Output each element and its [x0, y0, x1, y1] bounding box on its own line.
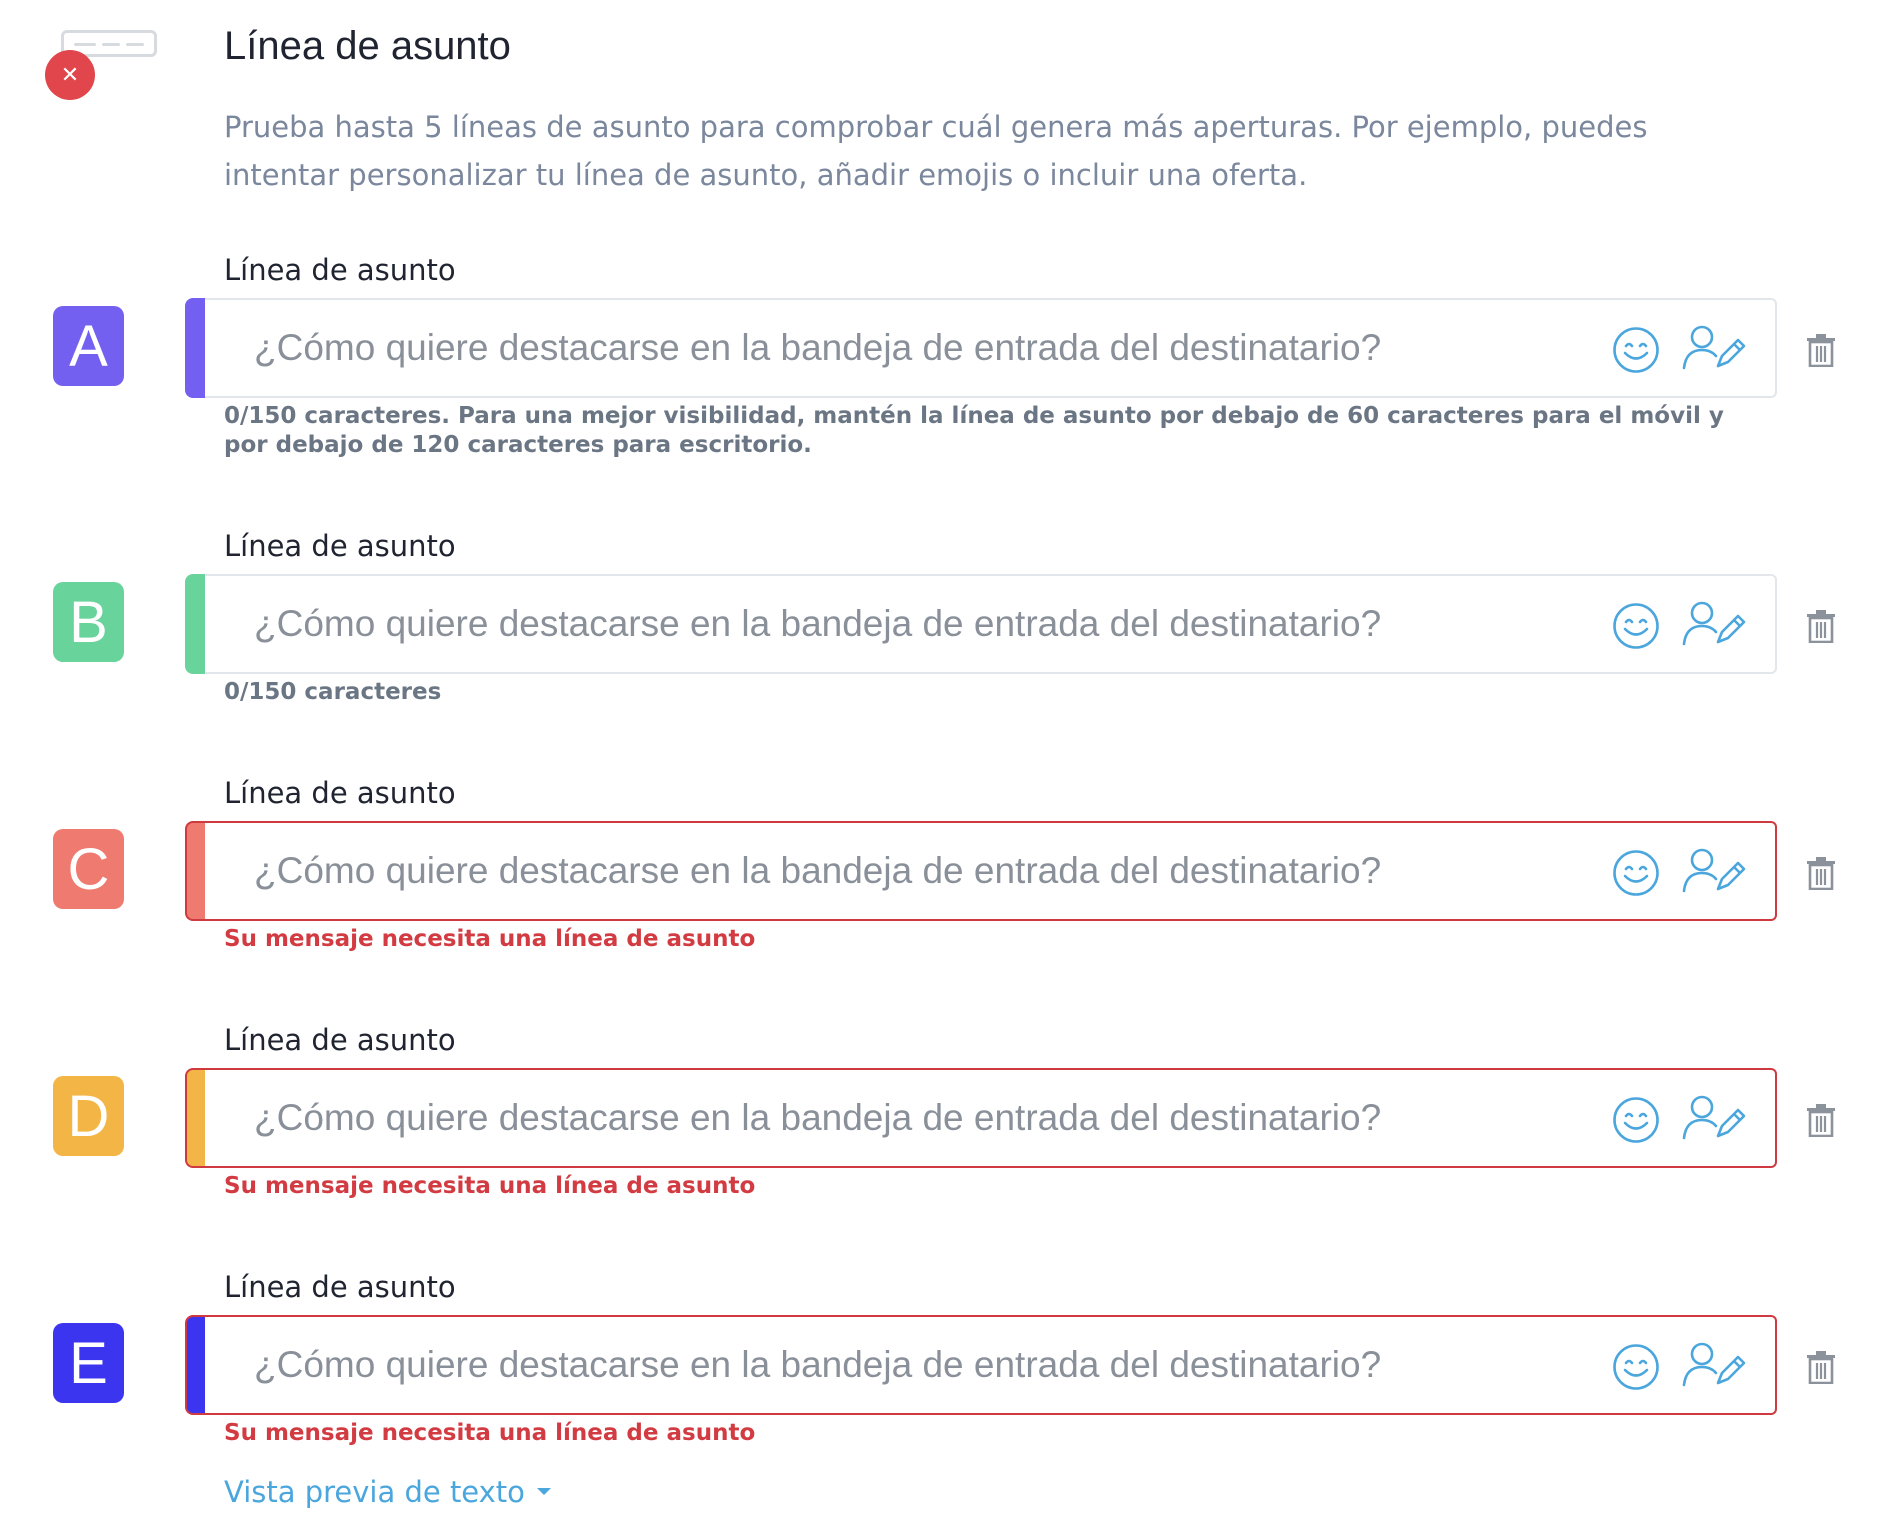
emoji-smile-icon[interactable] — [1612, 602, 1660, 650]
page-title: Línea de asunto — [224, 24, 511, 68]
subject-line-input-e[interactable] — [205, 1317, 1585, 1413]
emoji-smile-icon[interactable] — [1612, 326, 1660, 374]
subject-line-field — [185, 1068, 1777, 1168]
personalize-user-edit-icon[interactable] — [1682, 1094, 1746, 1142]
error-status-icon: ✕ — [45, 50, 95, 100]
subject-line-field — [185, 574, 1777, 674]
subject-line-input-d[interactable] — [205, 1070, 1585, 1166]
caret-down-icon — [536, 1487, 551, 1495]
emoji-smile-icon[interactable] — [1612, 1343, 1660, 1391]
variant-accent-bar — [185, 1068, 205, 1168]
subject-line-field — [185, 298, 1777, 398]
variant-badge-c: C — [53, 829, 124, 909]
subject-line-input-c[interactable] — [205, 823, 1585, 919]
preview-text-toggle[interactable]: Vista previa de texto — [224, 1472, 551, 1512]
personalize-user-edit-icon[interactable] — [1682, 324, 1746, 372]
subject-line-input-b[interactable] — [205, 576, 1585, 672]
trash-icon[interactable] — [1806, 856, 1836, 891]
emoji-smile-icon[interactable] — [1612, 1096, 1660, 1144]
subject-line-label: Línea de asunto — [224, 776, 456, 810]
preview-text-label: Vista previa de texto — [224, 1475, 525, 1509]
subject-line-field — [185, 821, 1777, 921]
variant-badge-a: A — [53, 306, 124, 386]
variant-badge-b: B — [53, 582, 124, 662]
personalize-user-edit-icon[interactable] — [1682, 847, 1746, 895]
subject-line-label: Línea de asunto — [224, 1023, 456, 1057]
variant-accent-bar — [185, 298, 205, 398]
subject-line-field — [185, 1315, 1777, 1415]
variant-accent-bar — [185, 574, 205, 674]
page-description: Prueba hasta 5 líneas de asunto para com… — [224, 110, 1648, 192]
trash-icon[interactable] — [1806, 1103, 1836, 1138]
variant-badge-e: E — [53, 1323, 124, 1403]
variant-badge-d: D — [53, 1076, 124, 1156]
subject-line-input-a[interactable] — [205, 300, 1585, 396]
subject-line-label: Línea de asunto — [224, 253, 456, 287]
subject-line-label: Línea de asunto — [224, 529, 456, 563]
character-count-hint: 0/150 caracteres — [224, 679, 442, 705]
trash-icon[interactable] — [1806, 609, 1836, 644]
error-message: Su mensaje necesita una línea de asunto — [224, 926, 756, 952]
trash-icon[interactable] — [1806, 1350, 1836, 1385]
subject-line-label: Línea de asunto — [224, 1270, 456, 1304]
personalize-user-edit-icon[interactable] — [1682, 1341, 1746, 1389]
error-message: Su mensaje necesita una línea de asunto — [224, 1420, 756, 1446]
character-count-hint: 0/150 caracteres. Para una mejor visibil… — [224, 403, 1724, 458]
variant-accent-bar — [185, 821, 205, 921]
close-icon: ✕ — [60, 62, 80, 88]
emoji-smile-icon[interactable] — [1612, 849, 1660, 897]
error-message: Su mensaje necesita una línea de asunto — [224, 1173, 756, 1199]
personalize-user-edit-icon[interactable] — [1682, 600, 1746, 648]
variant-accent-bar — [185, 1315, 205, 1415]
trash-icon[interactable] — [1806, 333, 1836, 368]
